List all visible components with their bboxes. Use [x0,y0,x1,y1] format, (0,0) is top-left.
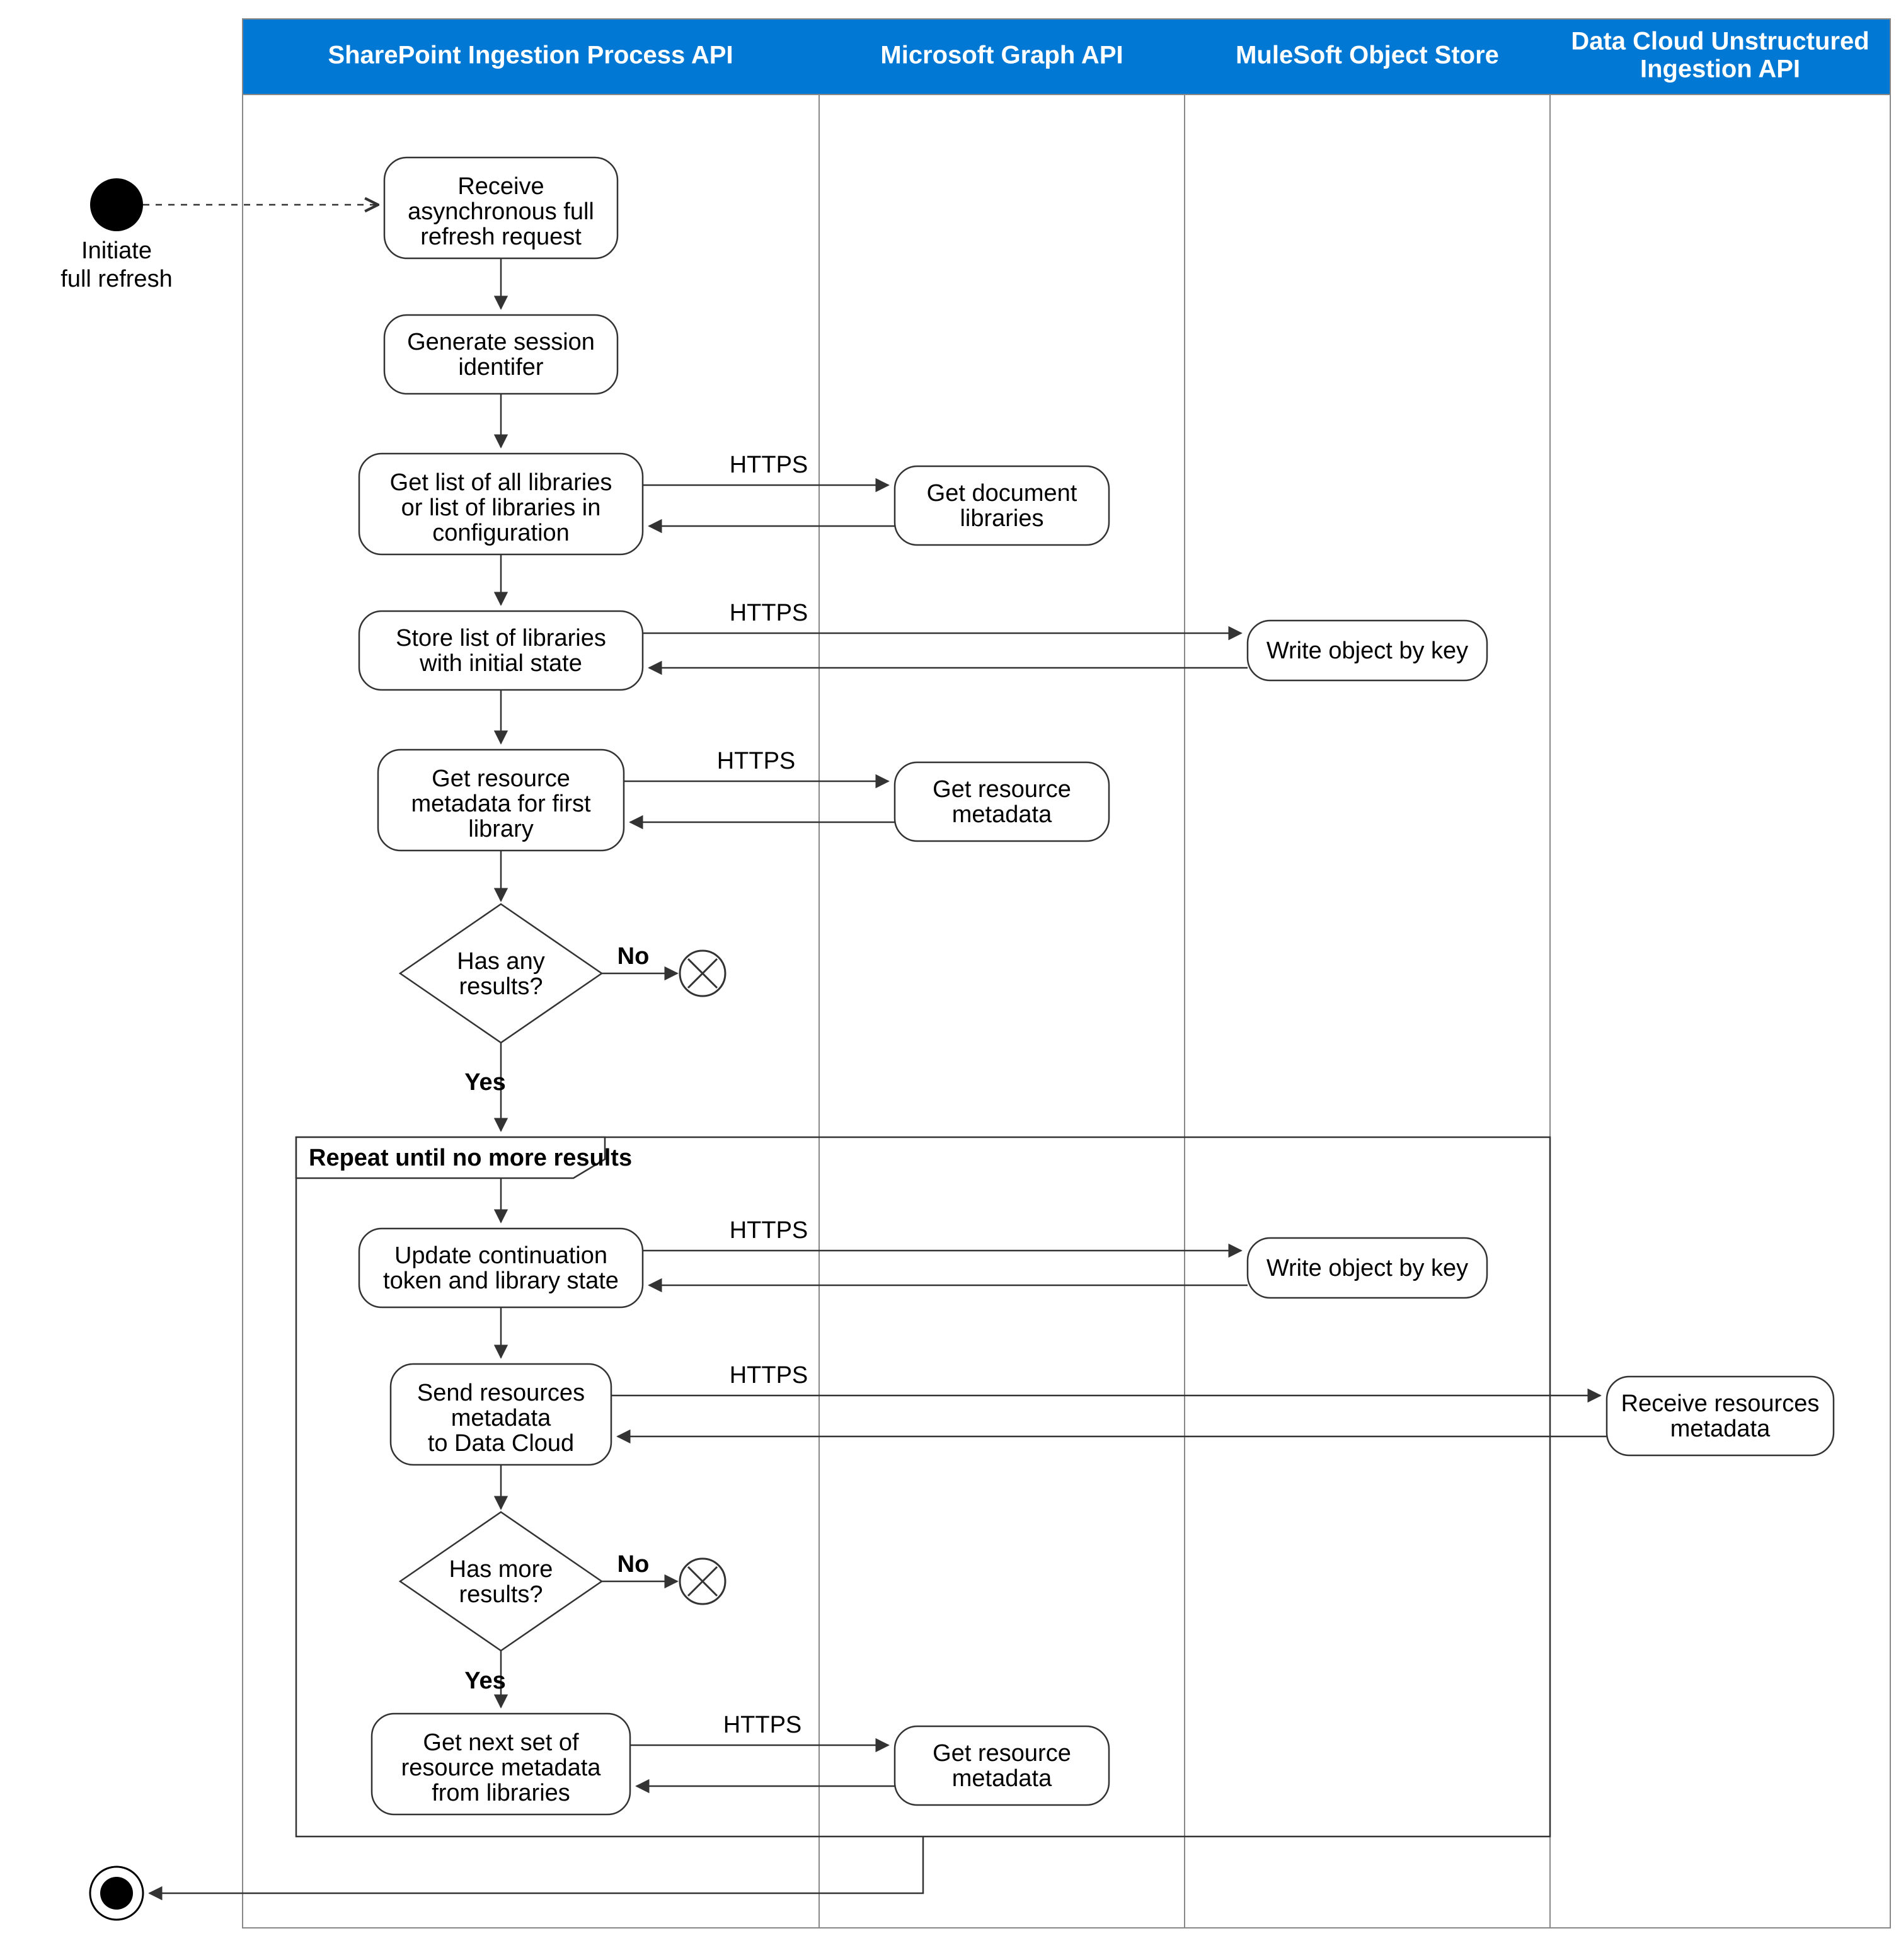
svg-text:Get next set of: Get next set of [423,1729,579,1756]
svg-text:Send resources: Send resources [417,1380,585,1406]
label-https-2: HTTPS [730,600,808,626]
node-generate-session: Generate session identifer [384,315,617,394]
node-send-to-datacloud: Send resources metadata to Data Cloud [391,1364,611,1465]
svg-text:Write object by key: Write object by key [1266,638,1468,664]
svg-text:Update continuation: Update continuation [394,1242,607,1269]
node-get-libraries: Get list of all libraries or list of lib… [359,454,643,554]
svg-text:identifer: identifer [458,354,544,381]
svg-text:Write object by key: Write object by key [1266,1255,1468,1281]
svg-text:library: library [468,816,533,842]
svg-text:resource metadata: resource metadata [401,1755,602,1781]
label-yes-1: Yes [464,1069,506,1096]
decision-has-any-results: Has any results? [400,904,602,1043]
terminate-2 [680,1559,725,1604]
lane4-title-l2: Ingestion API [1640,55,1800,83]
svg-text:from libraries: from libraries [432,1780,570,1806]
svg-text:Has more: Has more [449,1556,553,1583]
svg-text:or list of libraries in: or list of libraries in [401,495,601,521]
end-node [90,1867,143,1920]
svg-text:Has any: Has any [457,948,544,975]
svg-text:metadata for first: metadata for first [411,791,591,817]
label-no-1: No [617,943,650,970]
svg-text:metadata: metadata [952,801,1052,828]
lane3-title: MuleSoft Object Store [1236,42,1499,69]
svg-text:Get resource: Get resource [933,776,1071,803]
svg-text:Get resource: Get resource [933,1740,1071,1767]
node-os-write-2: Write object by key [1248,1238,1487,1298]
decision-has-more-results: Has more results? [400,1512,602,1651]
start-label-l2: full refresh [60,266,172,292]
node-graph-get-res-2: Get resource metadata [895,1726,1109,1805]
svg-text:Get resource: Get resource [432,765,570,792]
node-graph-get-doc-libs: Get document libraries [895,466,1109,545]
label-https-3: HTTPS [717,748,796,774]
label-https-6: HTTPS [723,1712,802,1738]
svg-text:Store list of libraries: Store list of libraries [396,625,606,651]
svg-text:libraries: libraries [960,505,1043,532]
node-os-write-1: Write object by key [1248,621,1487,680]
lane4-title-l1: Data Cloud Unstructured [1571,28,1869,55]
svg-text:configuration: configuration [432,520,570,546]
svg-text:Receive: Receive [457,173,544,200]
svg-text:to Data Cloud: to Data Cloud [428,1430,574,1457]
node-graph-get-res-1: Get resource metadata [895,762,1109,841]
label-https-5: HTTPS [730,1362,808,1389]
svg-text:Generate session: Generate session [407,329,595,355]
label-https-4: HTTPS [730,1217,808,1244]
svg-text:metadata: metadata [952,1765,1052,1792]
svg-text:refresh request: refresh request [420,224,582,250]
svg-text:Get document: Get document [927,480,1077,507]
lane1-title: SharePoint Ingestion Process API [328,42,733,69]
node-dc-receive: Receive resources metadata [1607,1377,1834,1455]
label-https-1: HTTPS [730,452,808,478]
svg-text:results?: results? [459,973,543,1000]
svg-text:Get list of all libraries: Get list of all libraries [390,469,612,496]
label-no-2: No [617,1551,650,1578]
node-get-first-metadata: Get resource metadata for first library [378,750,624,851]
node-receive-request: Receive asynchronous full refresh reques… [384,158,617,258]
svg-text:with initial state: with initial state [419,650,582,677]
svg-text:metadata: metadata [451,1405,551,1431]
activity-diagram: SharePoint Ingestion Process API Microso… [0,0,1901,1960]
svg-text:Receive resources: Receive resources [1621,1390,1820,1417]
terminate-1 [680,951,725,996]
node-store-libraries: Store list of libraries with initial sta… [359,611,643,690]
node-get-next-metadata: Get next set of resource metadata from l… [372,1714,630,1814]
lane2-title: Microsoft Graph API [880,42,1123,69]
edge-loop-end [149,1837,923,1893]
loop-title: Repeat until no more results [309,1145,632,1171]
svg-text:results?: results? [459,1581,543,1608]
start-node: Initiate full refresh [60,178,172,292]
svg-text:metadata: metadata [1670,1416,1771,1442]
node-update-token: Update continuation token and library st… [359,1229,643,1307]
label-yes-2: Yes [464,1668,506,1694]
svg-text:token and library state: token and library state [383,1268,619,1294]
svg-text:asynchronous full: asynchronous full [408,198,594,225]
start-label-l1: Initiate [81,238,152,264]
